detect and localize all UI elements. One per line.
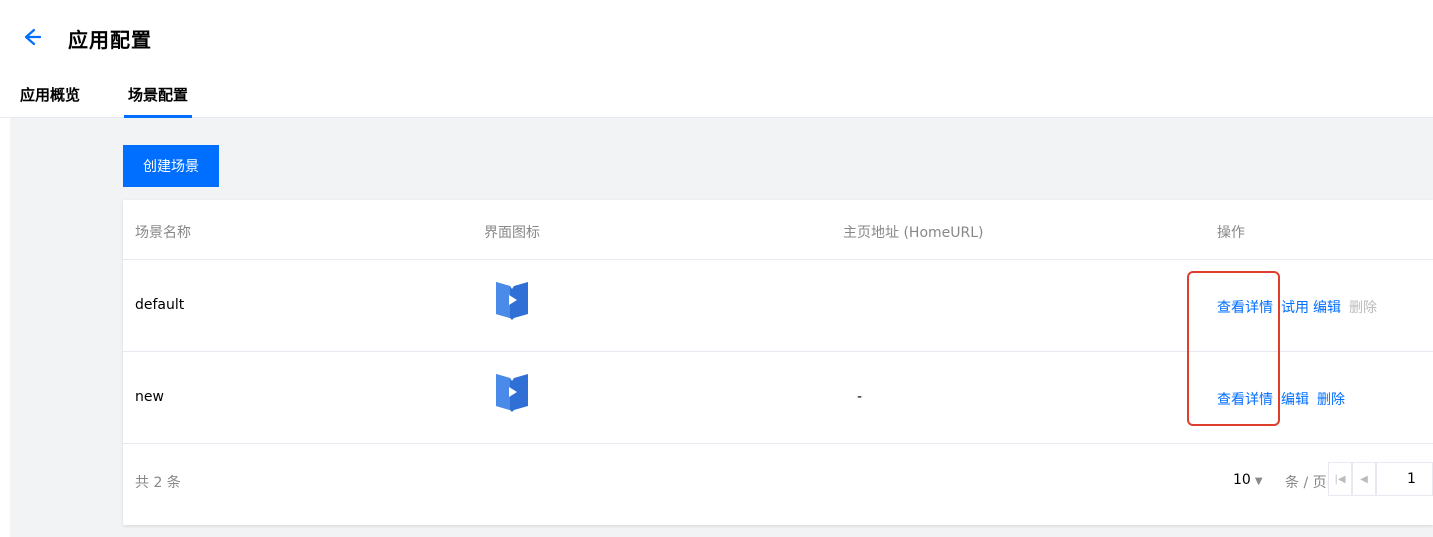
create-scene-button[interactable]: 创建场景 [123, 145, 219, 187]
page-header: 应用配置 应用概览 场景配置 [0, 0, 1433, 118]
page-size-value: 10 [1233, 472, 1251, 488]
back-arrow-icon[interactable] [20, 26, 42, 48]
edit-link[interactable]: 编辑 [1313, 297, 1341, 317]
table-row: default 查看详情 试用 编辑 删除 [123, 260, 1433, 352]
tab-app-overview[interactable]: 应用概览 [20, 84, 80, 118]
column-header-icon: 界面图标 [484, 225, 540, 241]
pagination-bar: 共 2 条 10 ▼ 条 / 页 |◀ ◀ 1 [123, 444, 1433, 525]
scene-table: 场景名称 界面图标 主页地址 (HomeURL) 操作 default 查看详情… [123, 200, 1433, 525]
scene-name: default [135, 297, 185, 313]
per-page-label: 条 / 页 [1285, 475, 1327, 491]
total-count: 共 2 条 [135, 475, 181, 491]
book-play-icon [496, 374, 528, 412]
prev-page-icon[interactable]: ◀ [1352, 462, 1376, 496]
tab-scene-config[interactable]: 场景配置 [124, 84, 193, 118]
view-details-link[interactable]: 查看详情 [1217, 389, 1273, 409]
left-edge [0, 118, 10, 537]
delete-link: 删除 [1349, 300, 1377, 316]
column-header-scene-name: 场景名称 [135, 225, 191, 241]
try-link[interactable]: 试用 [1281, 297, 1309, 317]
table-row: new - 查看详情 编辑 删除 [123, 352, 1433, 444]
delete-link[interactable]: 删除 [1317, 389, 1345, 409]
caret-down-icon: ▼ [1254, 476, 1263, 487]
tab-bar: 应用概览 场景配置 [0, 80, 1433, 118]
scene-name: new [135, 389, 164, 405]
first-page-icon[interactable]: |◀ [1328, 462, 1352, 496]
edit-link[interactable]: 编辑 [1281, 389, 1309, 409]
book-play-icon [496, 282, 528, 320]
table-header: 场景名称 界面图标 主页地址 (HomeURL) 操作 [123, 200, 1433, 260]
page-title: 应用配置 [68, 28, 152, 52]
home-url: - [857, 389, 863, 405]
page-number-input[interactable]: 1 [1376, 462, 1433, 496]
page-size-select[interactable]: 10 ▼ [1233, 472, 1263, 488]
view-details-link[interactable]: 查看详情 [1217, 297, 1273, 317]
column-header-actions: 操作 [1217, 225, 1245, 241]
column-header-home-url: 主页地址 (HomeURL) [843, 225, 984, 241]
